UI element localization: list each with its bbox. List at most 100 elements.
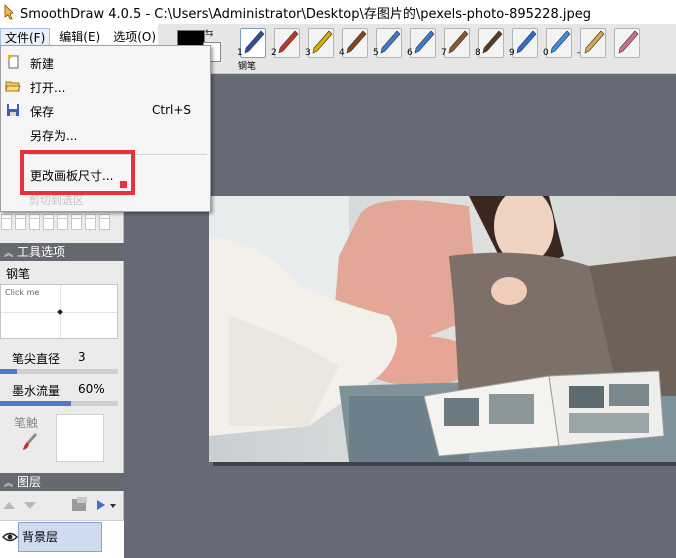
move-layer-up-icon[interactable] [3, 502, 15, 509]
window-title: SmoothDraw 4.0.5 - C:\Users\Administrato… [20, 6, 591, 22]
ink-flow-slider[interactable] [0, 401, 118, 406]
brush-icon [346, 30, 367, 54]
tip-diameter-value: 3 [78, 350, 86, 364]
tool-shortcut-number: 8 [475, 48, 481, 58]
tool-button-11[interactable]: - [576, 28, 606, 58]
tool-shortcut-number: 6 [407, 48, 413, 58]
menu-edit[interactable]: 编辑(E) [55, 28, 104, 46]
tool-button-7[interactable]: 7 [440, 28, 470, 58]
tool-button-frame [410, 28, 436, 58]
tool-button-frame [240, 28, 266, 58]
tool-button-frame [444, 28, 470, 58]
photo-shadow [213, 462, 676, 466]
annotation-highlight-marker [120, 181, 127, 188]
star-stamp-icon [516, 30, 537, 54]
tool-button-frame [478, 28, 504, 58]
brush-test-pad[interactable]: Click me [0, 284, 118, 339]
tool-shortcut-number: 9 [509, 48, 515, 58]
tip-diameter-slider[interactable] [0, 369, 118, 374]
ink-flow-label: 墨水流量 [12, 384, 61, 398]
pencil-icon [278, 30, 299, 54]
tool-shortcut-number: 5 [373, 48, 379, 58]
flat-brush-icon [482, 30, 503, 54]
layer-menu-arrow-icon[interactable] [110, 504, 116, 508]
tool-button-9[interactable]: 9 [508, 28, 538, 58]
tool-button-4[interactable]: 4 [338, 28, 368, 58]
canvas-photo[interactable] [209, 196, 676, 462]
move-layer-down-icon[interactable] [24, 502, 36, 509]
tool-options-header[interactable]: ︽ 工具选项 [0, 243, 124, 261]
tool-button-frame [546, 28, 572, 58]
menu-options[interactable]: 选项(O) [109, 28, 160, 46]
tool-button-frame [274, 28, 300, 58]
layers-title: 图层 [17, 475, 42, 489]
tip-diameter-slider-fill [0, 369, 17, 374]
tool-shortcut-number: 4 [339, 48, 345, 58]
collapse-chevron-icon: ︽ [4, 249, 14, 259]
tool-button-frame [614, 28, 640, 58]
tool-button-1[interactable]: 1 [236, 28, 266, 58]
layers-header[interactable]: ︽ 图层 [0, 473, 124, 491]
tool-shortcut-number: - [577, 48, 581, 58]
tool-button-frame [580, 28, 606, 58]
tool-shortcut-number: 2 [271, 48, 277, 58]
water-drop-icon [550, 30, 571, 54]
menu-item-shortcut: Ctrl+S [152, 103, 192, 117]
highlighter-icon [312, 30, 333, 54]
bristle-brush-icon [448, 30, 469, 54]
pen-icon [244, 30, 265, 54]
menu-bar: 文件(F) 编辑(E) 选项(O) [0, 27, 165, 47]
swatch-grid-row[interactable] [0, 218, 124, 232]
tip-diameter-label: 笔尖直径 [12, 352, 61, 366]
open-folder-icon [5, 81, 21, 92]
swap-colors-icon[interactable]: ⇆ [205, 28, 213, 39]
collapse-chevron-icon: ︽ [4, 479, 14, 489]
menu-item-save[interactable]: 保存 Ctrl+S [1, 99, 210, 121]
tool-button-frame [512, 28, 538, 58]
tool-shortcut-number: 0 [543, 48, 549, 58]
pad-center-dot [57, 309, 63, 315]
eraser-icon [618, 30, 639, 54]
smoothdraw-app-icon [4, 4, 14, 20]
tool-button-frame [376, 28, 402, 58]
tool-button-12[interactable] [610, 28, 640, 58]
layer-item-background[interactable]: 背景层 [18, 522, 102, 552]
tool-shortcut-number: 3 [305, 48, 311, 58]
tool-button-frame [342, 28, 368, 58]
annotation-highlight-box [20, 150, 135, 195]
save-disk-icon [7, 104, 19, 116]
menu-item-label: 新建 [30, 57, 55, 71]
brush-label: 笔触 [14, 416, 39, 430]
tool-button-10[interactable]: 0 [542, 28, 572, 58]
spray-icon [414, 30, 435, 54]
selected-tool-caption: 钢笔 [238, 62, 257, 72]
ink-flow-slider-fill [0, 401, 71, 406]
layer-merge-icon[interactable] [97, 500, 105, 510]
tool-shortcut-number: 1 [237, 48, 243, 58]
menu-item-label: 保存 [30, 105, 55, 119]
new-file-icon [7, 54, 19, 69]
click-me-hint: Click me [5, 288, 40, 297]
tool-button-6[interactable]: 6 [406, 28, 436, 58]
tool-options-title: 工具选项 [17, 245, 66, 259]
menu-item-save-as[interactable]: 另存为... [1, 123, 210, 145]
tool-button-2[interactable]: 2 [270, 28, 300, 58]
photo-image [209, 196, 676, 462]
tool-shortcut-number: 7 [441, 48, 447, 58]
current-tool-name: 钢笔 [6, 267, 31, 281]
menu-item-label: 打开... [30, 81, 66, 95]
brush-icon[interactable] [22, 432, 38, 452]
tool-button-8[interactable]: 8 [474, 28, 504, 58]
tool-button-frame [308, 28, 334, 58]
tool-button-3[interactable]: 3 [304, 28, 334, 58]
menu-item-open[interactable]: 打开... [1, 75, 210, 97]
menu-item-label: 另存为... [30, 129, 78, 143]
airbrush-icon [380, 30, 401, 54]
smudge-hand-icon [584, 30, 605, 54]
brush-preview[interactable] [56, 414, 104, 462]
tool-button-5[interactable]: 5 [372, 28, 402, 58]
menu-item-new[interactable]: 新建 [1, 51, 210, 73]
title-bar: SmoothDraw 4.0.5 - C:\Users\Administrato… [0, 0, 676, 24]
layer-visibility-eye-icon[interactable] [2, 531, 18, 543]
menu-file[interactable]: 文件(F) [0, 28, 51, 46]
